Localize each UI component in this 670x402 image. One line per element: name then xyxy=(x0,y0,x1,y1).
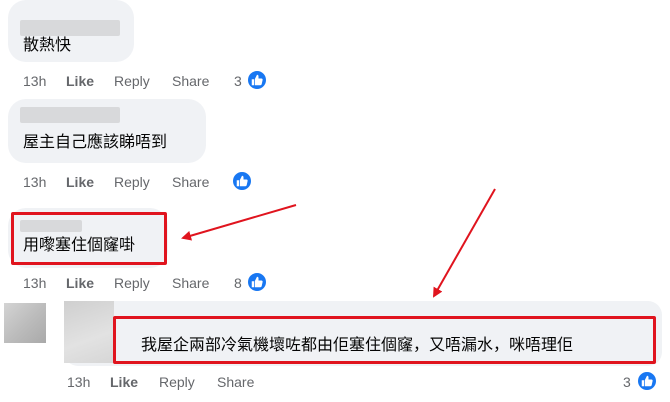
arrow-to-comment-4 xyxy=(433,188,496,298)
annotation-arrows xyxy=(181,188,496,298)
arrow-to-comment-3 xyxy=(181,204,297,241)
